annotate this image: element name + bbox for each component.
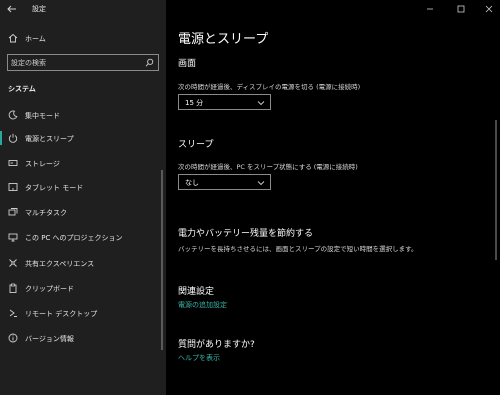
sidebar-item-focus-assist[interactable]: 集中モード [0,104,166,126]
related-settings-heading: 関連設定 [178,287,215,297]
sidebar-scrollbar[interactable] [161,170,163,350]
window-title: 設定 [32,5,46,13]
page-title: 電源とスリープ [178,32,269,47]
search-input[interactable] [11,56,141,69]
storage-icon [8,160,18,166]
tablet-icon [8,183,18,191]
sidebar-item-multitasking[interactable]: マルチタスク [0,201,166,223]
clipboard-icon [9,283,17,293]
battery-heading: 電力やバッテリー残量を節約する [178,229,314,239]
sidebar-item-label: バージョン情報 [25,335,74,343]
screen-timeout-dropdown[interactable]: 15 分 [178,94,271,110]
main-scrollbar[interactable] [495,120,497,260]
sidebar-item-label: 電源とスリープ [25,135,74,143]
sleep-timeout-value: なし [185,179,199,187]
home-label: ホーム [25,35,46,43]
sidebar-item-label: タブレット モード [25,184,84,192]
sidebar-item-storage[interactable]: ストレージ [0,152,166,174]
info-icon [8,333,18,343]
screen-heading: 画面 [178,59,197,69]
moon-icon [8,110,18,120]
back-arrow-icon[interactable] [6,3,18,15]
main-content: 電源とスリープ 画面 次の時間が経過後、ディスプレイの電源を切る (電源に接続時… [166,0,500,395]
question-heading: 質問がありますか? [178,340,255,350]
additional-power-settings-link[interactable]: 電源の追加設定 [178,300,227,310]
sidebar-item-projection[interactable]: この PC へのプロジェクション [0,226,166,248]
sleep-description: 次の時間が経過後、PC をスリープ状態にする (電源に接続時) [178,163,358,171]
sidebar-item-label: マルチタスク [25,209,67,217]
home-icon [8,33,18,43]
chevron-down-icon [257,101,265,106]
search-box[interactable] [7,54,159,71]
shared-icon [9,259,17,267]
get-help-link[interactable]: ヘルプを表示 [178,353,220,363]
battery-description: バッテリーを長持ちさせるには、画面とスリープの設定で短い時間を選択します。 [178,245,418,253]
title-bar: 設定 [0,0,166,18]
sidebar-item-remote-desktop[interactable]: リモート デスクトップ [0,302,166,324]
remote-icon [9,309,17,317]
sleep-timeout-dropdown[interactable]: なし [178,174,271,190]
settings-window: 設定 ホーム システム 集中モード [0,0,500,395]
sidebar-item-label: リモート デスクトップ [25,310,98,318]
multitask-icon [8,208,18,216]
home-nav-item[interactable]: ホーム [0,30,166,46]
sidebar-item-about[interactable]: バージョン情報 [0,327,166,349]
sleep-heading: スリープ [178,140,214,150]
sidebar-item-power-sleep[interactable]: 電源とスリープ [0,127,166,149]
sidebar: 設定 ホーム システム 集中モード [0,0,166,395]
sidebar-item-shared-experiences[interactable]: 共有エクスペリエンス [0,252,166,274]
screen-description: 次の時間が経過後、ディスプレイの電源を切る (電源に接続時) [178,83,361,91]
chevron-down-icon [257,181,265,186]
power-icon [8,133,18,143]
sidebar-item-tablet-mode[interactable]: タブレット モード [0,176,166,198]
sidebar-item-label: この PC へのプロジェクション [25,234,123,242]
sidebar-item-label: 共有エクスペリエンス [25,260,95,268]
section-label-system: システム [8,85,36,93]
search-icon[interactable] [145,58,154,67]
sidebar-item-label: クリップボード [25,285,74,293]
screen-timeout-value: 15 分 [185,99,204,107]
sidebar-item-label: 集中モード [25,112,60,120]
sidebar-item-clipboard[interactable]: クリップボード [0,277,166,299]
projection-icon [8,233,18,242]
sidebar-item-label: ストレージ [25,160,60,168]
